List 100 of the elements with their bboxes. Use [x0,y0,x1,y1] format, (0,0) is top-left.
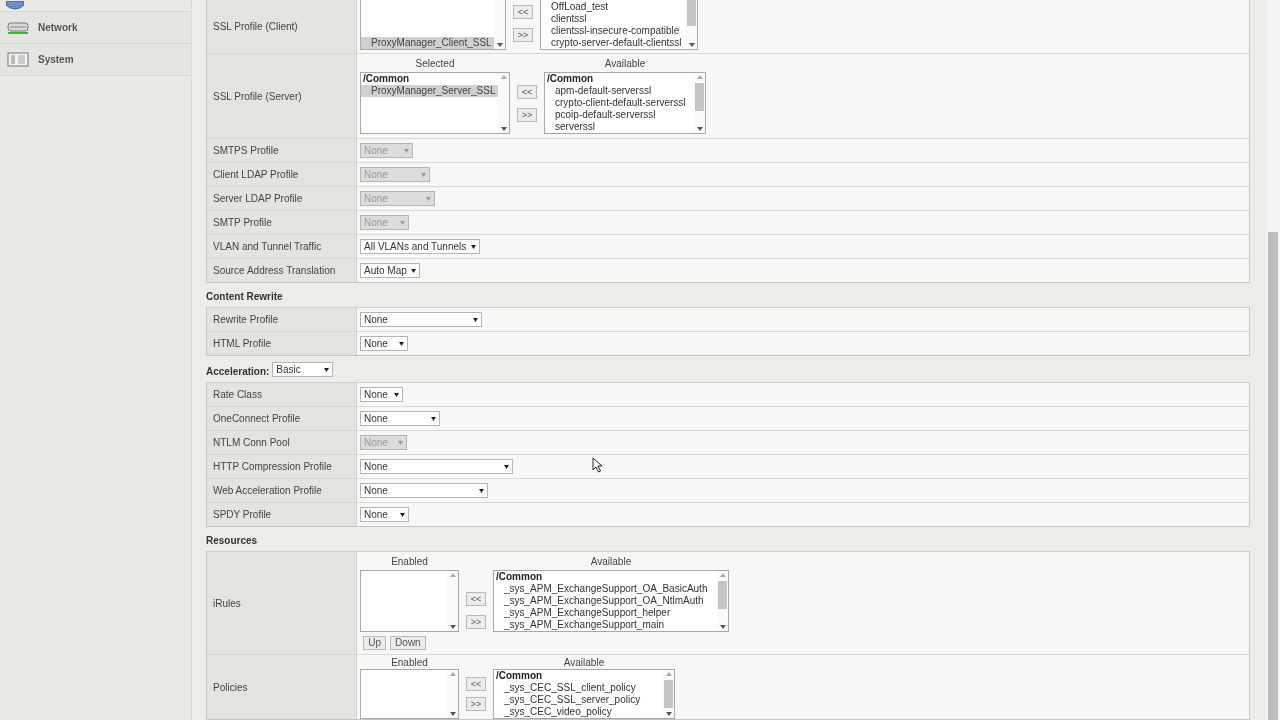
list-box[interactable]: /Common ProxyManager_Server_SSL [360,72,510,134]
scrollbar[interactable] [1266,0,1280,720]
field-label: Web Acceleration Profile [213,484,322,498]
list-option[interactable]: _sys_CEC_video_policy [494,706,663,718]
section-title: Resources [206,534,258,548]
list-box[interactable]: OffLoad_test clientssl clientssl-insecure-compatible crypto-server-default-clientssl [540,0,698,50]
dropdown[interactable]: Basic [272,362,334,377]
move-right-button[interactable]: >> [465,614,487,629]
column-header: Selected [415,58,455,70]
field-label: Rate Class [213,388,262,402]
dropdown[interactable]: None [360,483,488,498]
dropdown[interactable]: None [360,312,482,327]
scroll-down-icon [664,710,673,718]
caret-icon [421,171,426,178]
scroll-thumb[interactable] [718,581,727,609]
dropdown: None [360,191,435,206]
list-option[interactable]: clientssl [541,13,686,25]
list-option[interactable]: serverssl [545,121,694,133]
scroll-thumb[interactable] [695,83,704,111]
sidebar-item[interactable]: Network [0,12,191,44]
move-up-button[interactable]: Up [363,636,387,650]
scroll-down-icon [448,710,457,718]
sidebar-item[interactable]: System [0,44,191,76]
list-box[interactable] [360,669,459,719]
scroll-up-icon [695,73,704,81]
list-option[interactable]: _sys_CEC_SSL_server_policy [494,694,663,706]
list-option[interactable]: crypto-server-default-clientssl [541,37,686,49]
dropdown[interactable]: None [360,336,408,351]
caret-icon [426,195,431,202]
field-label: Policies [213,680,248,695]
dropdown[interactable]: None [360,459,513,474]
dropdown: None [360,435,407,450]
field-label: SPDY Profile [213,508,272,522]
field-label: SMTP Profile [213,216,272,230]
field-label: SSL Profile (Client) [213,20,298,34]
dropdown[interactable]: None [360,387,403,402]
caret-icon [399,340,404,347]
column-header: Enabled [391,556,428,568]
server-panel-icon [7,51,29,68]
move-left-button[interactable]: << [516,84,538,99]
dropdown[interactable]: All VLANs and Tunnels [360,239,480,254]
caret-icon [479,487,484,494]
section-title: Acceleration: [206,365,270,379]
dropdown: None [360,215,409,230]
field-label: SMTPS Profile [213,144,279,158]
list-option[interactable]: _sys_APM_ExchangeSupport_main [494,619,717,631]
scrollbar-thumb[interactable] [1268,232,1278,720]
scroll-down-icon [718,623,727,631]
caret-icon [400,511,405,518]
list-option[interactable]: ProxyManager_Client_SSL [361,37,494,49]
list-option[interactable]: OffLoad_test [541,1,686,13]
list-option[interactable]: _sys_APM_ExchangeSupport_OA_BasicAuth [494,583,717,595]
list-box[interactable]: /Common _sys_CEC_SSL_client_policy _sys_CEC_SSL_server_policy _sys_CEC_video_policy [493,669,675,719]
list-box[interactable]: ProxyManager_Client_SSL [360,0,506,50]
list-option[interactable]: _sys_APM_ExchangeSupport_helper [494,607,717,619]
move-left-button[interactable]: << [512,4,534,19]
list-option[interactable]: ProxyManager_Server_SSL [361,85,498,97]
list-option[interactable]: pcoip-default-serverssl [545,109,694,121]
list-group-label: /Common [362,73,411,85]
dropdown: None [360,167,430,182]
scroll-up-icon [718,571,727,579]
move-right-button[interactable]: >> [465,697,487,711]
list-option[interactable]: _sys_APM_ExchangeSupport_OA_NtlmAuth [494,595,717,607]
field-label: Source Address Translation [213,264,336,278]
column-header: Available [563,657,605,669]
dropdown[interactable]: None [360,507,409,522]
list-option[interactable]: crypto-client-default-serverssl [545,97,694,109]
caret-icon [398,439,403,446]
scroll-up-icon [664,670,673,678]
field-label: Client LDAP Profile [213,168,299,182]
list-box[interactable]: /Common _sys_APM_ExchangeSupport_OA_BasicAuth _sys_APM_ExchangeSupport_OA_NtlmAuth _sys_APM_ExchangeSupport_helper _sys_APM_ExchangeSupport_main [493,570,729,632]
field-label: HTTP Compression Profile [213,460,332,474]
move-left-button[interactable]: << [465,677,487,691]
dropdown: None [360,143,413,158]
move-left-button[interactable]: << [465,591,487,606]
scroll-up-icon [499,73,508,81]
list-box[interactable] [360,570,459,632]
scroll-thumb[interactable] [664,680,673,708]
section-title: Content Rewrite [206,290,283,304]
list-option[interactable]: clientssl-insecure-compatible [541,25,686,37]
list-box[interactable]: /Common apm-default-serverssl crypto-client-default-serverssl pcoip-default-serverssl serverssl [544,72,706,134]
list-group-label: /Common [546,73,595,85]
field-label: iRules [213,596,241,611]
field-label: HTML Profile [213,337,271,351]
scroll-down-icon [695,125,704,133]
dropdown[interactable]: None [360,411,440,426]
dropdown[interactable]: Auto Map [360,263,420,278]
list-option[interactable]: apm-default-serverssl [545,85,694,97]
scroll-down-icon [495,41,504,49]
field-label: NTLM Conn Pool [213,436,290,450]
move-down-button[interactable]: Down [390,636,426,650]
caret-icon [431,415,436,422]
scroll-thumb[interactable] [687,0,696,26]
move-right-button[interactable]: >> [516,107,538,122]
move-right-button[interactable]: >> [512,27,534,42]
caret-icon [504,463,509,470]
column-header: Available [590,556,632,568]
list-option[interactable]: _sys_CEC_SSL_client_policy [494,682,663,694]
scroll-down-icon [499,125,508,133]
field-label: OneConnect Profile [213,412,301,426]
